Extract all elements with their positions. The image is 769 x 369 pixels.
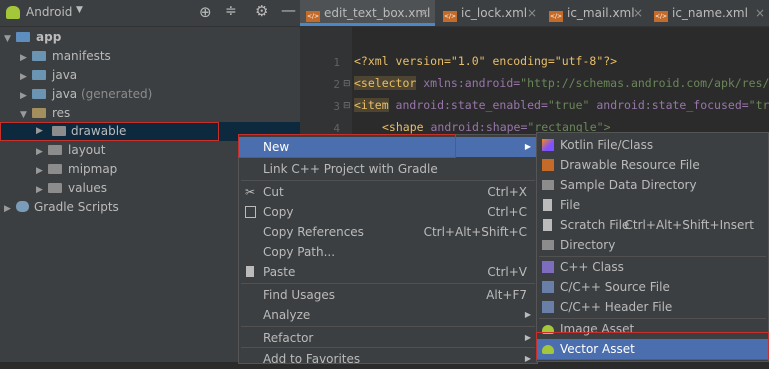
scratch-icon [543, 219, 552, 231]
submenu-item-cpp-source[interactable]: C/C++ Source File [537, 277, 768, 297]
expand-arrow-icon[interactable]: ▼ [4, 30, 16, 49]
folder-icon [48, 145, 62, 155]
close-icon[interactable]: × [527, 0, 537, 26]
gradle-icon [16, 201, 29, 212]
expand-arrow-icon[interactable]: ▶ [4, 200, 16, 219]
submenu-item-cpp-header[interactable]: C/C++ Header File [537, 297, 768, 317]
menu-separator [241, 326, 535, 327]
android-icon [6, 6, 20, 19]
submenu-item-directory[interactable]: Directory [537, 235, 768, 255]
tree-item-values[interactable]: ▶ values [36, 179, 107, 198]
menu-item-new[interactable]: New ▶ [239, 137, 537, 157]
android-icon [542, 325, 554, 334]
code-line-3: <item android:state_enabled="true" andro… [354, 98, 769, 112]
new-submenu: Kotlin File/Class Drawable Resource File… [536, 132, 769, 362]
menu-item-link-cpp[interactable]: Link C++ Project with Gradle [239, 159, 537, 179]
close-icon[interactable]: × [633, 0, 643, 26]
tree-item-java-generated[interactable]: ▶ java (generated) [20, 85, 152, 104]
tab-ic-name[interactable]: </> ic_name.xml × [648, 0, 769, 26]
tree-item-mipmap[interactable]: ▶ mipmap [36, 160, 117, 179]
folder-icon [32, 51, 46, 61]
submenu-arrow-icon: ▶ [524, 354, 531, 363]
cpp-source-icon [542, 281, 554, 293]
line-number: 3 [333, 100, 340, 113]
submenu-arrow-icon: ▶ [524, 142, 531, 151]
submenu-item-image-asset[interactable]: Image Asset [537, 319, 768, 339]
context-menu: New ▶ Link C++ Project with Gradle ✂ Cut… [238, 134, 538, 366]
menu-item-add-to-favorites[interactable]: Add to Favorites ▶ [239, 349, 537, 369]
folder-icon [48, 183, 62, 193]
project-panel-header: Android ▼ ⊕ ≑ ⚙ — [0, 0, 300, 27]
menu-separator [241, 283, 535, 284]
tree-item-manifests[interactable]: ▶ manifests [20, 47, 111, 66]
folder-icon [48, 164, 62, 174]
folder-icon [542, 240, 554, 250]
tree-item-app[interactable]: ▼ app [4, 28, 61, 47]
menu-item-analyze[interactable]: Analyze ▶ [239, 305, 537, 325]
kotlin-icon [542, 139, 554, 151]
tree-item-res[interactable]: ▼ res [20, 104, 70, 123]
fold-icon[interactable]: ⊟ [343, 101, 351, 111]
code-line-1: <?xml version="1.0" encoding="utf-8"?> [354, 54, 618, 68]
menu-separator [241, 347, 535, 348]
chevron-down-icon[interactable]: ▼ [76, 5, 83, 15]
menu-separator [241, 180, 535, 181]
submenu-item-sample-data[interactable]: Sample Data Directory [537, 175, 768, 195]
submenu-item-scratch-file[interactable]: Scratch File Ctrl+Alt+Shift+Insert [537, 215, 768, 235]
cpp-class-icon [542, 261, 554, 273]
submenu-item-file[interactable]: File [537, 195, 768, 215]
xml-file-icon: </> [306, 11, 320, 22]
file-icon [543, 199, 552, 211]
close-icon[interactable]: × [755, 0, 765, 26]
submenu-item-kotlin-file[interactable]: Kotlin File/Class [537, 135, 768, 155]
code-line-2: <selector xmlns:android="http://schemas.… [354, 76, 769, 90]
menu-item-cut[interactable]: ✂ Cut Ctrl+X [239, 182, 537, 202]
android-icon [542, 345, 554, 354]
tab-ic-mail[interactable]: </> ic_mail.xml × [543, 0, 649, 26]
xml-file-icon [542, 159, 554, 171]
tab-ic-lock[interactable]: </> ic_lock.xml × [437, 0, 543, 26]
menu-item-copy[interactable]: Copy Ctrl+C [239, 202, 537, 222]
paste-icon [246, 266, 254, 277]
submenu-item-drawable-resource[interactable]: Drawable Resource File [537, 155, 768, 175]
submenu-item-vector-asset[interactable]: Vector Asset [537, 339, 768, 359]
gear-icon[interactable]: ⚙ [255, 2, 268, 20]
submenu-arrow-icon: ▶ [524, 333, 531, 342]
folder-icon [542, 180, 554, 190]
res-folder-icon [32, 108, 46, 118]
menu-item-refactor[interactable]: Refactor ▶ [239, 328, 537, 348]
menu-item-copy-path[interactable]: Copy Path... [239, 242, 537, 262]
xml-file-icon: </> [549, 11, 563, 22]
line-number: 2 [333, 78, 340, 91]
collapse-icon[interactable]: ≑ [225, 3, 237, 19]
folder-icon [32, 89, 46, 99]
editor-tab-bar: </> edit_text_box.xml × </> ic_lock.xml × … [300, 0, 769, 27]
folder-icon [52, 126, 66, 136]
menu-item-find-usages[interactable]: Find Usages Alt+F7 [239, 285, 537, 305]
folder-icon [32, 70, 46, 80]
tab-edit-text-box[interactable]: </> edit_text_box.xml × [300, 0, 435, 26]
copy-icon [245, 206, 256, 218]
submenu-item-cpp-class[interactable]: C++ Class [537, 257, 768, 277]
scissors-icon: ✂ [245, 185, 256, 199]
menu-item-paste[interactable]: Paste Ctrl+V [239, 262, 537, 282]
expand-arrow-icon[interactable]: ▶ [36, 122, 48, 141]
tree-item-gradle-scripts[interactable]: ▶ Gradle Scripts [4, 198, 119, 217]
close-icon[interactable]: × [419, 0, 429, 26]
crosshair-icon[interactable]: ⊕ [199, 3, 212, 21]
xml-file-icon: </> [654, 11, 668, 22]
module-folder-icon [16, 32, 30, 42]
tree-item-layout[interactable]: ▶ layout [36, 141, 105, 160]
cpp-header-icon [542, 301, 554, 313]
hide-icon[interactable]: — [281, 1, 296, 19]
xml-file-icon: </> [443, 11, 457, 22]
submenu-arrow-icon: ▶ [524, 310, 531, 319]
tree-item-java[interactable]: ▶ java [20, 66, 77, 85]
menu-item-copy-references[interactable]: Copy References Ctrl+Alt+Shift+C [239, 222, 537, 242]
project-view-selector[interactable]: Android [26, 5, 72, 19]
line-number: 1 [333, 56, 340, 69]
fold-icon[interactable]: ⊟ [343, 79, 351, 89]
